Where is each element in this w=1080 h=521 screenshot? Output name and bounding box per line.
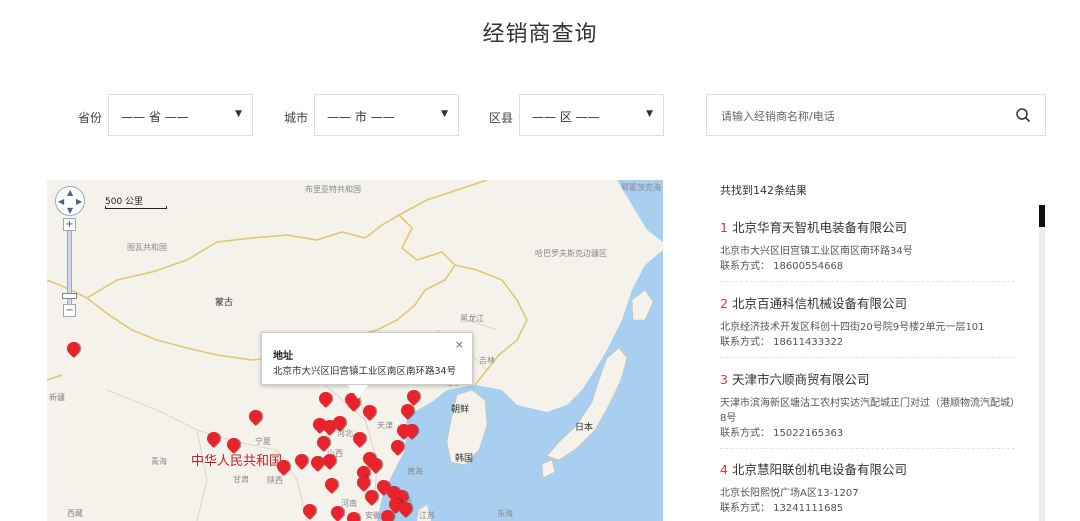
dealer-name[interactable]: 2 北京百通科信机械设备有限公司 [720,293,1015,312]
divider [720,448,1015,449]
dealer-address: 北京经济技术开发区科创十四街20号院9号楼2单元一层101 [720,322,985,333]
dealer-phone: 联系方式： 13241111685 [720,503,844,514]
dealer-phone: 联系方式： 18611433322 [720,337,844,348]
dealer-number: 3 [720,372,728,387]
search-icon[interactable] [1015,107,1031,127]
dealer-name-text: 北京百通科信机械设备有限公司 [731,296,907,311]
district-label: 区县 [489,111,514,125]
map-scale-bar [105,206,167,209]
zoom-slider-handle[interactable] [62,293,77,299]
divider [720,357,1015,358]
province-select-value: —— 省 —— [121,110,189,124]
district-select-value: —— 区 —— [532,110,600,124]
map-label-xinjiang: 新疆 [49,393,65,402]
map-label-jilin: 吉林 [479,356,495,365]
map-label-mongolia: 蒙古 [215,298,234,308]
dealer-phone: 联系方式： 15022165363 [720,428,844,439]
list-item[interactable]: 1 北京华育天智机电装备有限公司 北京市大兴区旧宫镇工业区南区南环路34号 联系方… [720,217,1015,274]
map-label-henan: 河南 [341,499,357,508]
arrow-right-icon[interactable]: ▶ [76,197,82,206]
map-label-qinghai: 青海 [151,457,167,466]
dealer-address: 北京长阳熙悦广场A区13-1207 [720,488,859,499]
dealer-address: 天津市滨海新区塘沽工农村实达汽配城正门对过（港顺物流汽配城）8号 [720,398,1015,424]
zoom-in-button[interactable]: + [63,218,76,231]
popup-address: 北京市大兴区旧宫镇工业区南区南环路34号 [273,366,457,377]
dealer-map[interactable]: 布里亚特共和国 图瓦共和国 哈巴罗夫斯克边疆区 鄂霍茨克海 蒙古 黑龙江 吉林 … [47,180,663,521]
province-label: 省份 [78,111,103,125]
map-label-anhui: 安徽 [365,511,381,520]
results-list[interactable]: 1 北京华育天智机电装备有限公司 北京市大兴区旧宫镇工业区南区南环路34号 联系方… [705,205,1045,521]
map-label-heilongjiang: 黑龙江 [460,314,484,323]
map-label-gansu: 甘肃 [233,475,249,484]
map-label-ningxia: 宁夏 [255,437,271,446]
map-label-shaanxi: 陕西 [267,476,283,485]
dealer-number: 1 [720,220,728,235]
list-item[interactable]: 4 北京慧阳联创机电设备有限公司 北京长阳熙悦广场A区13-1207 联系方式： … [720,459,1015,516]
map-label-east-sea: 东海 [497,509,513,518]
map-label-sea-okhotsk: 鄂霍茨克海 [621,183,661,192]
map-label-buryat: 布里亚特共和国 [305,185,361,194]
divider [720,281,1015,282]
chevron-down-icon: ▼ [235,109,242,119]
map-label-khabarovsk: 哈巴罗夫斯克边疆区 [535,249,607,258]
map-label-jiangsu: 江苏 [419,511,435,520]
arrow-left-icon[interactable]: ◀ [58,197,64,206]
district-select[interactable]: —— 区 —— ▼ [519,94,664,136]
zoom-out-button[interactable]: − [63,304,76,317]
city-label: 城市 [284,111,309,125]
province-select[interactable]: —— 省 —— ▼ [108,94,253,136]
dealer-name-text: 北京慧阳联创机电设备有限公司 [731,462,907,477]
city-select[interactable]: —— 市 —— ▼ [314,94,459,136]
dealer-phone: 联系方式： 18600554668 [720,261,844,272]
map-label-japan: 日本 [575,423,594,433]
popup-tail [348,385,368,399]
close-icon[interactable]: × [455,338,464,351]
dealer-name-text: 北京华育天智机电装备有限公司 [731,220,907,235]
city-select-value: —— 市 —— [327,110,395,124]
dealer-address: 北京市大兴区旧宫镇工业区南区南环路34号 [720,246,913,257]
search-input[interactable] [719,106,1003,126]
dealer-name[interactable]: 3 天津市六顺商贸有限公司 [720,369,1015,388]
map-label-china: 中华人民共和国 [191,454,283,469]
dealer-name[interactable]: 1 北京华育天智机电装备有限公司 [720,217,1015,236]
map-label-tuva: 图瓦共和国 [127,243,167,252]
dealer-number: 4 [720,462,728,477]
result-count: 共找到142条结果 [720,184,807,197]
arrow-up-icon[interactable]: ▲ [67,188,73,197]
search-box [706,94,1046,136]
map-label-yellow-sea: 黄海 [407,467,423,476]
list-item[interactable]: 3 天津市六顺商贸有限公司 天津市滨海新区塘沽工农村实达汽配城正门对过（港顺物流汽… [720,369,1015,441]
list-item[interactable]: 2 北京百通科信机械设备有限公司 北京经济技术开发区科创十四街20号院9号楼2单元… [720,293,1015,350]
map-info-popup: 地址 北京市大兴区旧宫镇工业区南区南环路34号 × [261,332,473,399]
chevron-down-icon: ▼ [441,109,448,119]
page-title: 经销商查询 [482,22,598,47]
results-scrollbar[interactable] [1039,205,1045,521]
chevron-down-icon: ▼ [646,109,653,119]
map-pan-control[interactable]: ▲ ▼ ◀ ▶ [55,186,85,216]
map-label-tianjin: 天津 [377,421,393,430]
dealer-number: 2 [720,296,728,311]
arrow-down-icon[interactable]: ▼ [67,206,73,215]
map-label-korea-north: 朝鲜 [451,405,470,415]
dealer-name[interactable]: 4 北京慧阳联创机电设备有限公司 [720,459,1015,478]
map-label-korea-south: 韩国 [455,454,474,464]
dealer-name-text: 天津市六顺商贸有限公司 [731,372,870,387]
popup-title: 地址 [273,351,293,362]
map-label-xizang: 西藏 [67,509,83,518]
results-scrollbar-thumb[interactable] [1039,205,1045,227]
